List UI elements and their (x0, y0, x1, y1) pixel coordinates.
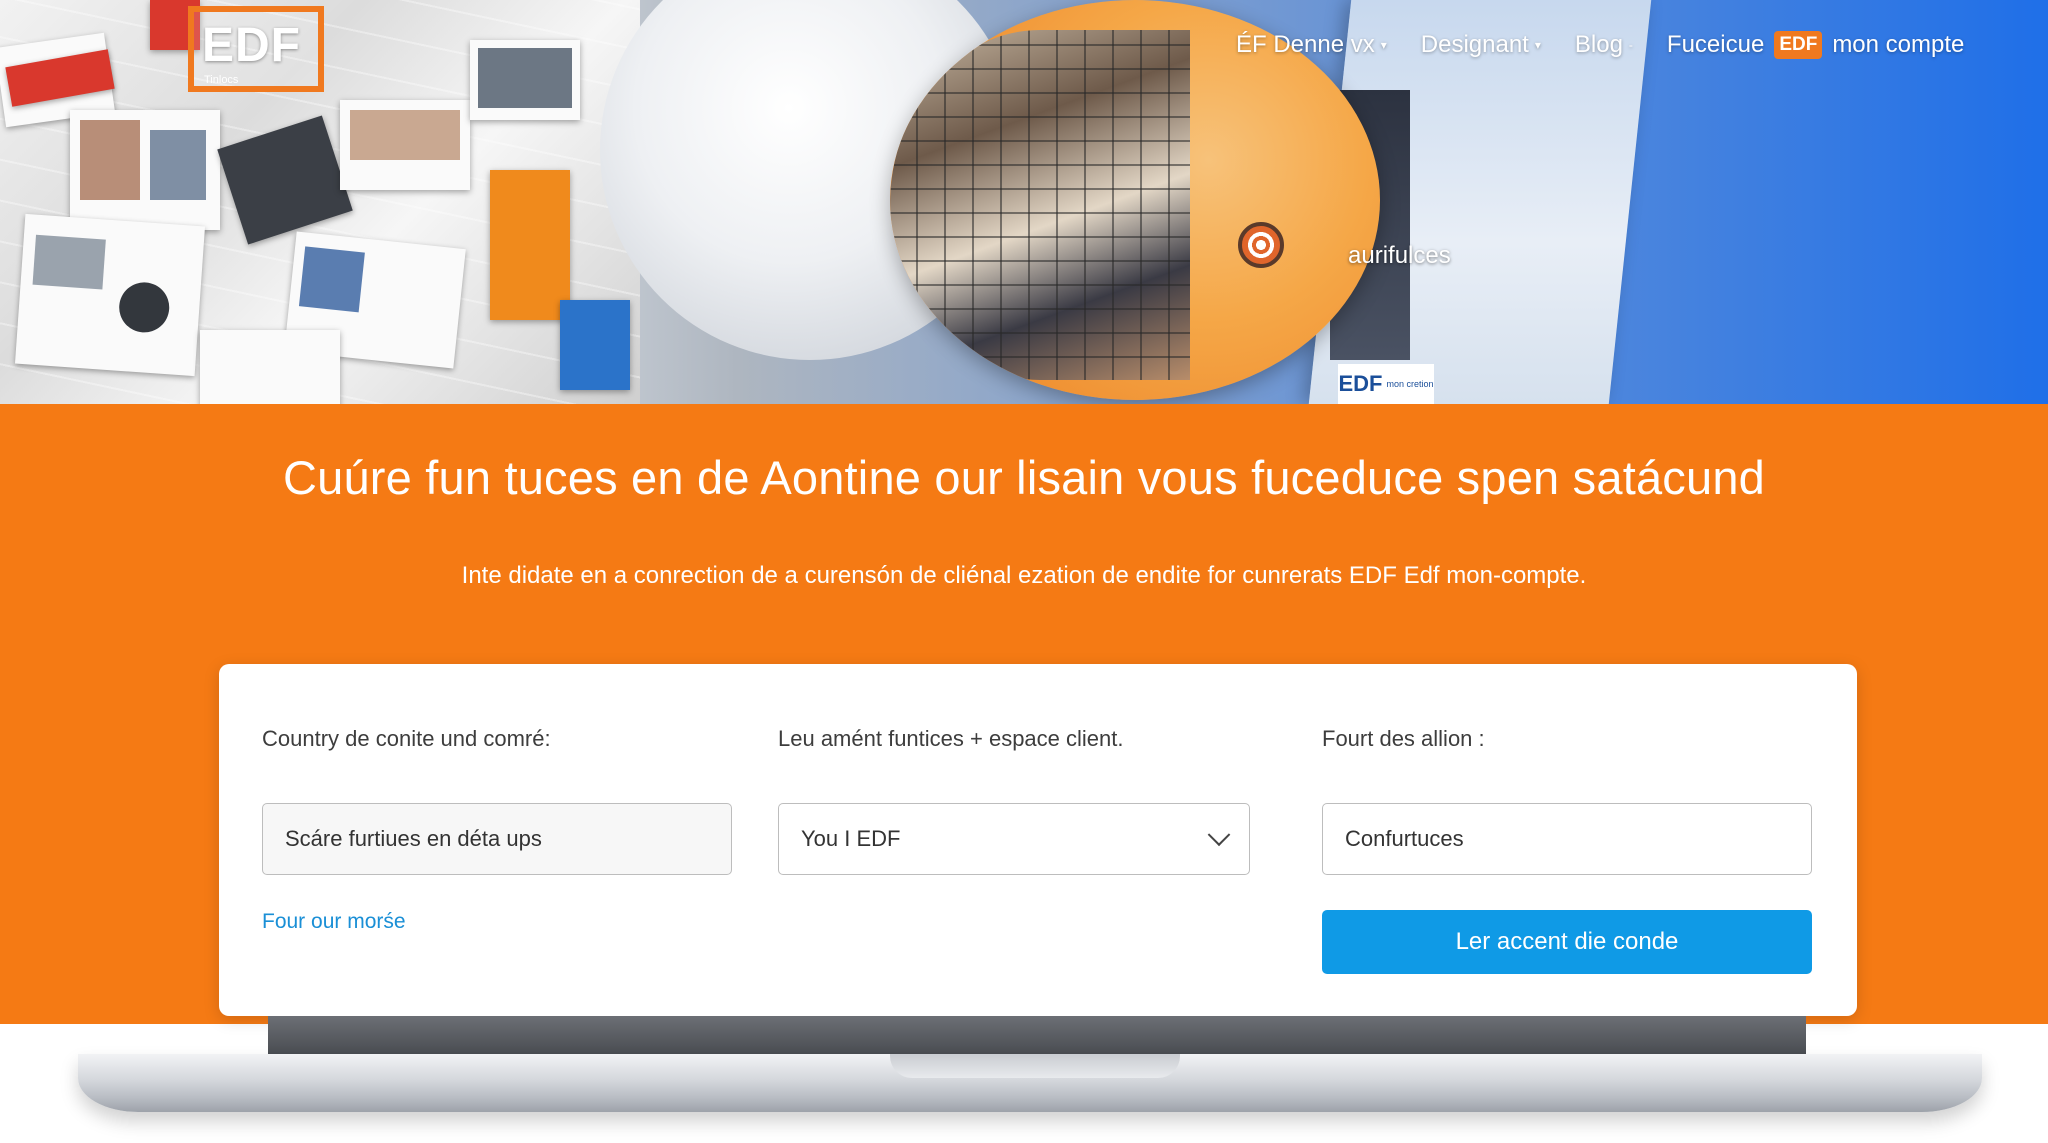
target-icon (1238, 222, 1284, 268)
nav-item-label: Blog (1574, 31, 1623, 58)
hero-banner: aurifulces EDF mon cretion EDF Tinlocs É… (0, 0, 2048, 404)
nav-item-label: ÉF Denne vx (1236, 31, 1375, 58)
mini-edf-logo: EDF mon cretion (1338, 364, 1434, 404)
mini-logo-text: EDF (1338, 371, 1383, 396)
field2-select[interactable]: You I EDF (778, 803, 1250, 875)
nav-item-designant[interactable]: Designant ▾ (1421, 31, 1541, 59)
caret-down-icon: ▾ (1380, 38, 1387, 52)
laptop-notch (890, 1054, 1180, 1078)
collage-card (217, 115, 353, 245)
collage-card (200, 330, 340, 404)
mini-logo-sub: mon cretion (1386, 378, 1434, 389)
nav-item-denne[interactable]: ÉF Denne vx ▾ (1236, 31, 1387, 59)
caret-down-icon: ▾ (1534, 38, 1541, 52)
page-subline: Inte didate en a conrection de a curensó… (461, 562, 1587, 589)
field2-label: Leu amént funtices + espace client. (778, 726, 1124, 751)
logo-subtitle: Tinlocs (204, 74, 239, 86)
nav-item-label: Designant (1420, 31, 1529, 58)
submit-button[interactable]: Ler accent die conde (1322, 910, 1812, 974)
page-headline: Cuúre fun tuces en de Aontine our lisain… (282, 451, 1766, 504)
more-link[interactable]: Four our morśe (262, 910, 406, 934)
edf-badge: EDF (1774, 31, 1823, 59)
field1-label: Country de conite und comré: (262, 726, 551, 751)
select-value: You I EDF (801, 826, 901, 851)
account-prefix: Fuceicue (1666, 31, 1765, 58)
collage-card (70, 110, 220, 230)
collage-card (490, 170, 570, 320)
account-link[interactable]: Fuceicue EDF mon compte (1667, 31, 1964, 59)
main-nav: ÉF Denne vx ▾ Designant ▾ Blog - Fuceicu… (1236, 28, 1964, 62)
field3-label: Fourt des allion : (1322, 726, 1485, 751)
login-form-card: Country de conite und comré: Leu amént f… (219, 664, 1857, 1016)
caret-down-icon: - (1628, 38, 1633, 52)
collage-card (560, 300, 630, 390)
laptop-screen-edge (268, 1016, 1806, 1054)
chevron-down-icon (1207, 823, 1231, 847)
collage-card (14, 213, 206, 377)
collage-card (470, 40, 580, 120)
nav-item-blog[interactable]: Blog - (1575, 31, 1633, 59)
hero-overlay-text: aurifulces (1348, 242, 1451, 269)
edf-logo[interactable]: EDF Tinlocs (188, 6, 324, 92)
collage-card (340, 100, 470, 190)
field1-input[interactable] (262, 803, 732, 875)
logo-text: EDF (202, 19, 301, 72)
photo-mosaic (890, 30, 1190, 380)
account-suffix: mon compte (1832, 31, 1965, 58)
field3-input[interactable] (1322, 803, 1812, 875)
